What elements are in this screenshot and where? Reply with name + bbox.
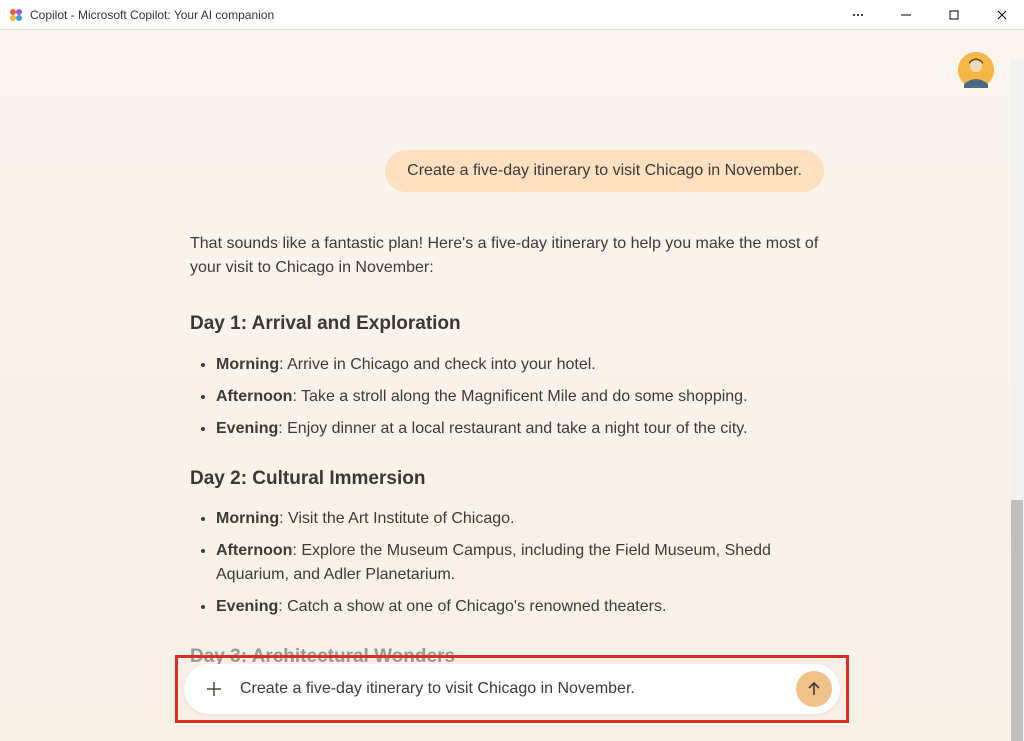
day1-list: Morning: Arrive in Chicago and check int… <box>190 353 834 441</box>
list-item: Evening: Catch a show at one of Chicago'… <box>216 595 834 619</box>
scrollbar-track[interactable] <box>1010 60 1024 741</box>
list-item: Morning: Arrive in Chicago and check int… <box>216 353 834 377</box>
close-button[interactable] <box>988 1 1016 29</box>
user-message-bubble: Create a five-day itinerary to visit Chi… <box>385 150 824 192</box>
list-item: Evening: Enjoy dinner at a local restaur… <box>216 417 834 441</box>
app-title: Copilot - Microsoft Copilot: Your AI com… <box>30 8 844 22</box>
day2-heading: Day 2: Cultural Immersion <box>190 465 834 494</box>
input-highlight-box <box>175 655 849 723</box>
more-button[interactable] <box>844 1 872 29</box>
chat-container: Create a five-day itinerary to visit Chi… <box>0 30 1024 741</box>
avatar[interactable] <box>958 52 994 88</box>
add-button[interactable] <box>200 675 228 703</box>
send-button[interactable] <box>796 671 832 707</box>
titlebar: Copilot - Microsoft Copilot: Your AI com… <box>0 0 1024 30</box>
list-item: Morning: Visit the Art Institute of Chic… <box>216 507 834 531</box>
list-item: Afternoon: Take a stroll along the Magni… <box>216 385 834 409</box>
maximize-button[interactable] <box>940 1 968 29</box>
content-area: Create a five-day itinerary to visit Chi… <box>0 30 1024 741</box>
intro-text: That sounds like a fantastic plan! Here'… <box>190 232 834 280</box>
minimize-button[interactable] <box>892 1 920 29</box>
prompt-input[interactable] <box>240 680 788 698</box>
input-bar <box>184 664 840 714</box>
day1-heading: Day 1: Arrival and Exploration <box>190 310 834 339</box>
list-item: Afternoon: Explore the Museum Campus, in… <box>216 539 834 587</box>
day2-list: Morning: Visit the Art Institute of Chic… <box>190 507 834 619</box>
scrollbar-thumb[interactable] <box>1011 500 1023 741</box>
assistant-response: That sounds like a fantastic plan! Here'… <box>190 232 834 672</box>
app-icon <box>8 7 24 23</box>
